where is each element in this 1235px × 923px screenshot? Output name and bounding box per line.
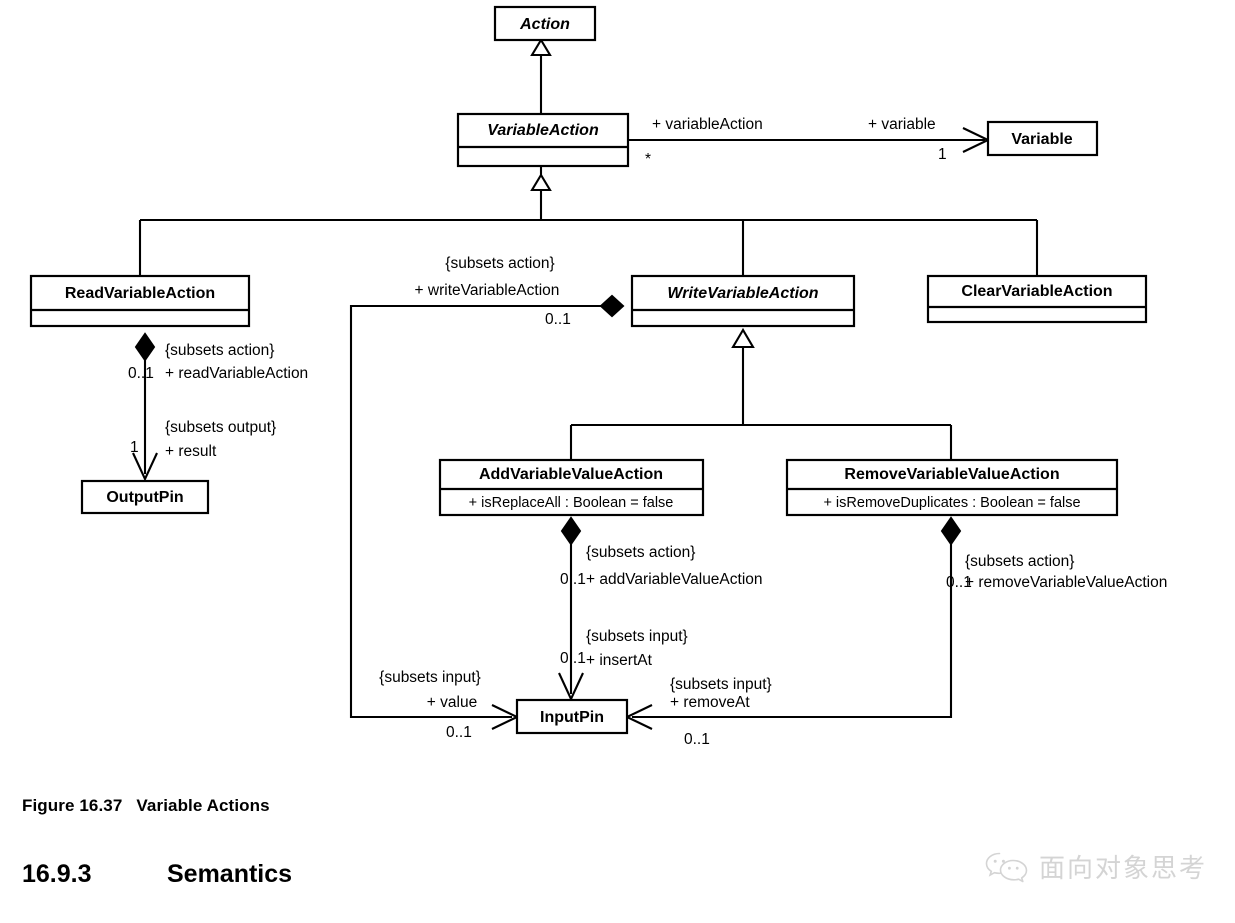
labels-read-to-outputpin: {subsets action} + readVariableAction 0.…: [128, 342, 308, 460]
figure-caption: Figure 16.37 Variable Actions: [22, 796, 270, 816]
role-label-value: + value: [427, 694, 477, 711]
class-name-action: Action: [519, 16, 570, 33]
constraint-subsets-action-read: {subsets action}: [165, 342, 274, 359]
multiplicity-variableaction: *: [645, 151, 651, 168]
class-name-removevariablevalueaction: RemoveVariableValueAction: [844, 466, 1059, 483]
class-box-action[interactable]: Action: [493, 5, 597, 42]
class-box-writevariableaction[interactable]: WriteVariableAction: [630, 274, 856, 328]
multiplicity-removevariablevalueaction: 0..1: [946, 574, 972, 591]
composition-addvariablevalueaction-to-inputpin-insertat: [558, 516, 584, 702]
multiplicity-removeat: 0..1: [684, 731, 710, 748]
class-name-clearvariableaction: ClearVariableAction: [961, 283, 1112, 300]
constraint-subsets-input-insertat: {subsets input}: [586, 628, 688, 645]
class-name-variableaction: VariableAction: [487, 122, 599, 139]
class-box-clearvariableaction[interactable]: ClearVariableAction: [926, 274, 1148, 324]
role-label-result: + result: [165, 443, 217, 460]
role-label-readvariableaction: + readVariableAction: [165, 365, 308, 382]
class-box-removevariablevalueaction[interactable]: RemoveVariableValueAction + isRemoveDupl…: [785, 458, 1119, 517]
class-box-outputpin[interactable]: OutputPin: [80, 479, 210, 515]
uml-class-diagram: Action VariableAction Variable ReadVaria…: [29, 5, 1167, 748]
multiplicity-insertat: 0..1: [560, 650, 586, 667]
generalization-tree-variableaction-children: [138, 166, 1039, 276]
multiplicity-result: 1: [130, 439, 139, 456]
generalization-tree-writevariableaction-children: [569, 327, 953, 460]
constraint-subsets-action-add: {subsets action}: [586, 544, 695, 561]
class-box-inputpin[interactable]: InputPin: [515, 698, 629, 735]
multiplicity-readvariableaction: 0..1: [128, 365, 154, 382]
constraint-subsets-output: {subsets output}: [165, 419, 276, 436]
section-title: Semantics: [167, 860, 293, 888]
role-label-writevariableaction: + writeVariableAction: [415, 282, 560, 299]
class-name-writevariableaction: WriteVariableAction: [667, 285, 818, 302]
composition-readvariableaction-to-outputpin: [132, 332, 158, 482]
labels-add-to-inputpin-insertat: {subsets action} + addVariableValueActio…: [560, 544, 763, 669]
class-name-readvariableaction: ReadVariableAction: [65, 285, 215, 302]
class-box-variableaction[interactable]: VariableAction: [456, 112, 630, 168]
class-name-inputpin: InputPin: [540, 709, 604, 726]
role-label-variable: + variable: [868, 116, 936, 133]
multiplicity-variable: 1: [938, 146, 947, 163]
class-name-variable: Variable: [1011, 131, 1072, 148]
section-number: 16.9.3: [22, 860, 92, 888]
class-name-outputpin: OutputPin: [106, 489, 183, 506]
labels-variableaction-to-variable: + variableAction * + variable 1: [645, 116, 947, 168]
role-label-variableaction: + variableAction: [652, 116, 763, 133]
class-box-readvariableaction[interactable]: ReadVariableAction: [29, 274, 251, 328]
class-box-addvariablevalueaction[interactable]: AddVariableValueAction + isReplaceAll : …: [438, 458, 705, 517]
role-label-removeat: + removeAt: [670, 694, 750, 711]
role-label-addvariablevalueaction: + addVariableValueAction: [586, 571, 763, 588]
constraint-subsets-input-removeat: {subsets input}: [670, 676, 772, 693]
role-label-removevariablevalueaction: + removeVariableValueAction: [965, 574, 1167, 591]
generalization-variableaction-to-action: [530, 37, 552, 114]
figure-number: Figure 16.37: [22, 796, 123, 815]
role-label-insertat: + insertAt: [586, 652, 653, 669]
multiplicity-addvariablevalueaction: 0..1: [560, 571, 586, 588]
class-name-addvariablevalueaction: AddVariableValueAction: [479, 466, 663, 483]
multiplicity-value: 0..1: [446, 724, 472, 741]
constraint-subsets-action-remove: {subsets action}: [965, 553, 1074, 570]
class-attribute-isremoveduplicates: + isRemoveDuplicates : Boolean = false: [823, 495, 1080, 511]
class-attribute-isreplaceall: + isReplaceAll : Boolean = false: [469, 495, 674, 511]
class-box-variable[interactable]: Variable: [986, 120, 1099, 157]
section-heading: 16.9.3 Semantics: [22, 860, 292, 889]
figure-title: Variable Actions: [136, 796, 270, 815]
constraint-subsets-input-value: {subsets input}: [379, 669, 481, 686]
constraint-subsets-action-write: {subsets action}: [445, 255, 554, 272]
multiplicity-writevariableaction: 0..1: [545, 311, 571, 328]
